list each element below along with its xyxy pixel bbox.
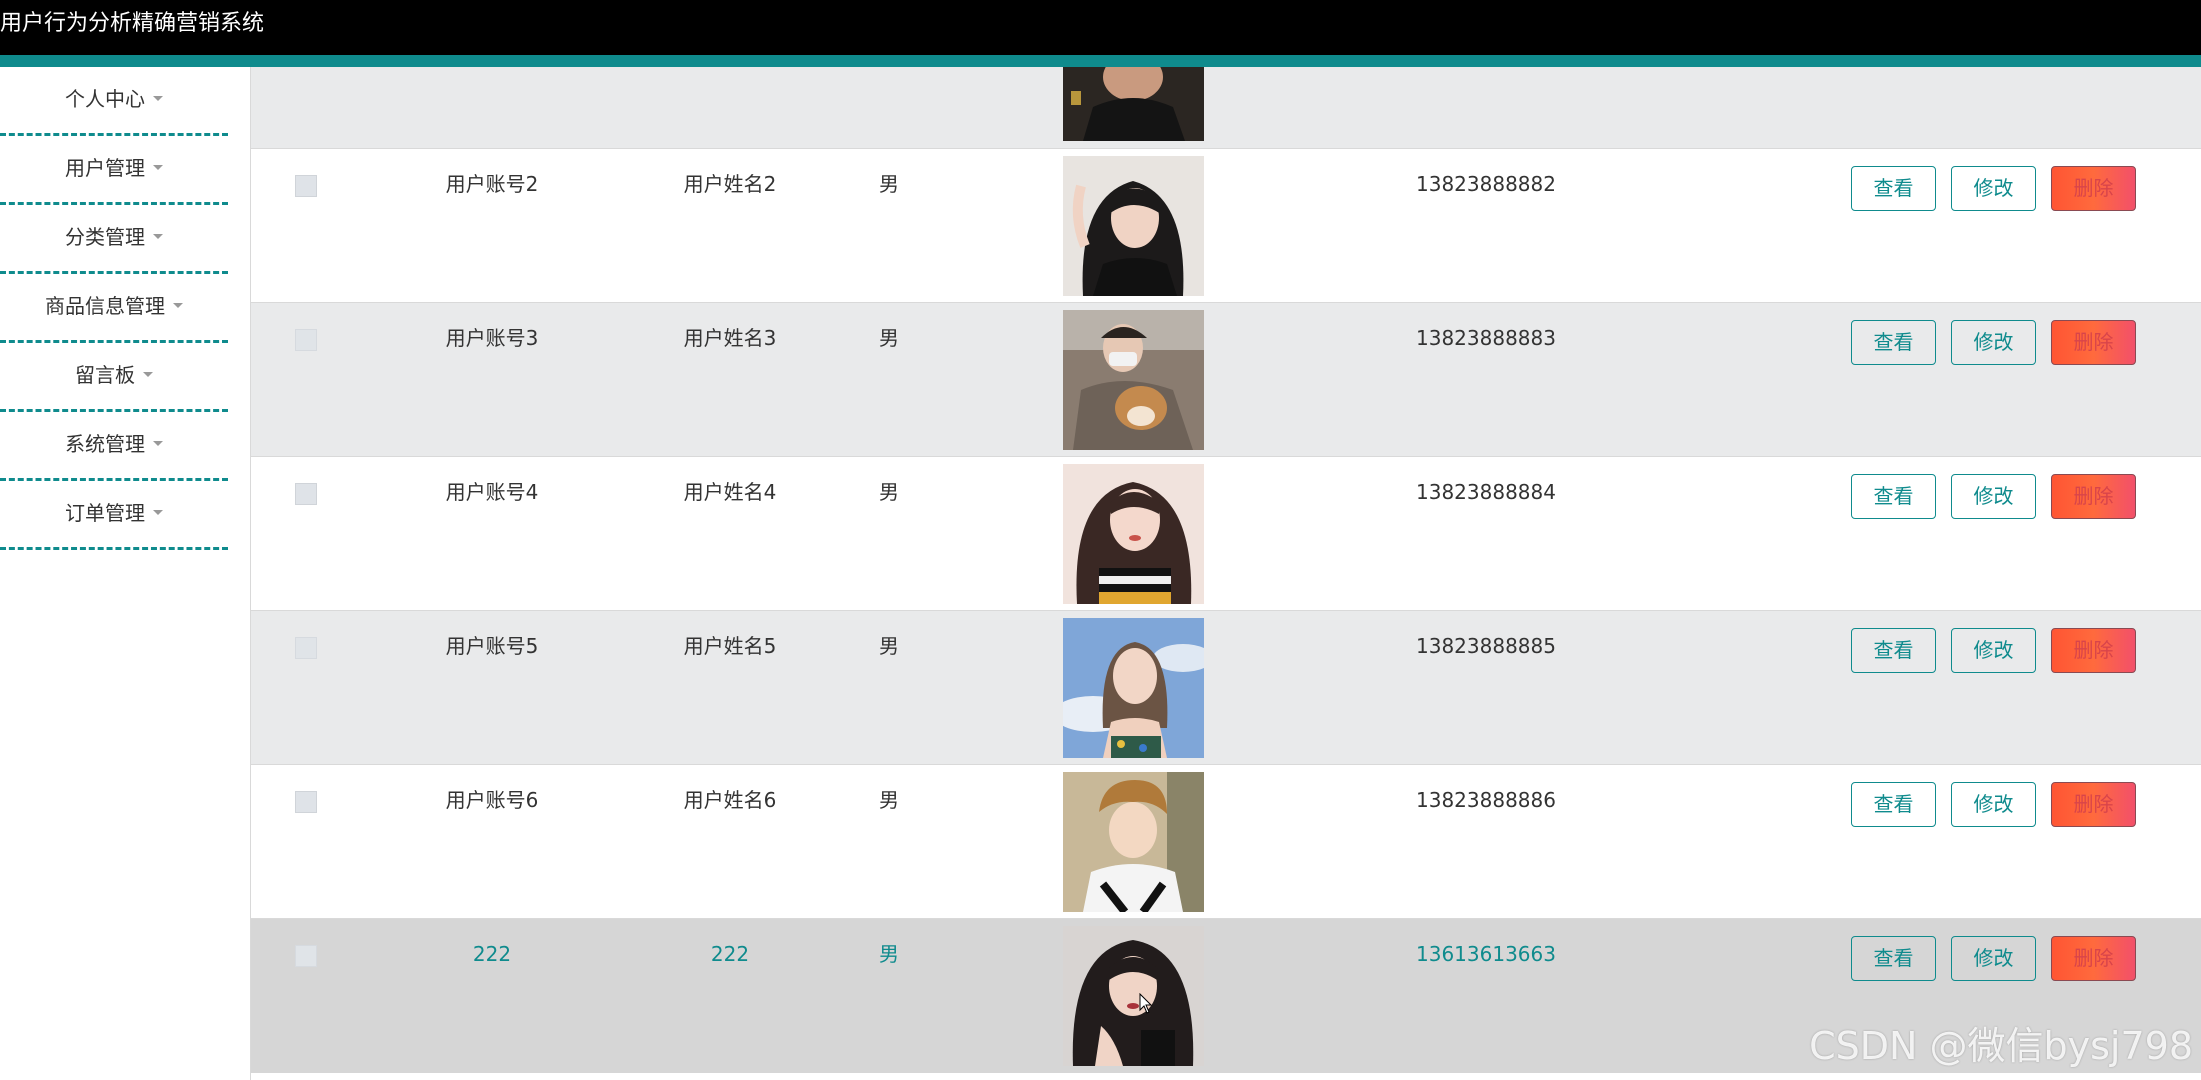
sidebar-item-label: 留言板 <box>75 363 135 387</box>
sidebar-nav: 个人中心 用户管理 分类管理 商品信息管理 留言板 系统管理 订单管理 <box>0 67 251 1080</box>
sidebar-item-label: 订单管理 <box>65 501 145 525</box>
cell-sex: 男 <box>879 942 899 966</box>
sidebar-item-label: 用户管理 <box>65 156 145 180</box>
user-avatar-image <box>1063 772 1204 912</box>
sidebar-item-message-board[interactable]: 留言板 <box>0 343 228 412</box>
watermark-text: CSDN @微信bysj798 <box>1809 1024 2193 1068</box>
delete-button[interactable]: 删除 <box>2051 474 2136 519</box>
cell-phone: 13613613663 <box>1416 942 1556 966</box>
app-title: 用户行为分析精确营销系统 <box>0 11 265 36</box>
sidebar-item-system-management[interactable]: 系统管理 <box>0 412 228 481</box>
table-row: 用户账号2 用户姓名2 男 13823888882 查看 修改 删除 <box>251 148 2201 303</box>
view-button[interactable]: 查看 <box>1851 628 1936 673</box>
edit-button[interactable]: 修改 <box>1951 628 2036 673</box>
sidebar-item-product-management[interactable]: 商品信息管理 <box>0 274 228 343</box>
user-avatar-image <box>1063 156 1204 296</box>
cell-account: 用户账号2 <box>445 172 539 196</box>
table-row: 用户账号6 用户姓名6 男 13823888886 查看 修改 删除 <box>251 764 2201 919</box>
user-avatar-image <box>1063 926 1204 1066</box>
table-row <box>251 67 2201 148</box>
edit-button[interactable]: 修改 <box>1951 320 2036 365</box>
view-button[interactable]: 查看 <box>1851 320 1936 365</box>
cell-sex: 男 <box>879 326 899 350</box>
row-checkbox[interactable] <box>295 637 317 659</box>
chevron-down-icon <box>153 234 163 239</box>
sidebar-item-personal-center[interactable]: 个人中心 <box>0 67 228 136</box>
edit-button[interactable]: 修改 <box>1951 782 2036 827</box>
sidebar-item-label: 个人中心 <box>65 87 145 111</box>
user-table: 用户账号2 用户姓名2 男 13823888882 查看 修改 删除 用户账号3… <box>251 67 2201 1080</box>
cell-name: 用户姓名6 <box>683 788 777 812</box>
user-avatar-image <box>1063 310 1204 450</box>
view-button[interactable]: 查看 <box>1851 782 1936 827</box>
table-row: 用户账号4 用户姓名4 男 13823888884 查看 修改 删除 <box>251 456 2201 611</box>
row-checkbox[interactable] <box>295 329 317 351</box>
user-avatar-image <box>1063 618 1204 758</box>
cell-sex: 男 <box>879 634 899 658</box>
view-button[interactable]: 查看 <box>1851 474 1936 519</box>
sidebar-item-order-management[interactable]: 订单管理 <box>0 481 228 550</box>
edit-button[interactable]: 修改 <box>1951 936 2036 981</box>
cell-phone: 13823888886 <box>1416 788 1556 812</box>
row-checkbox[interactable] <box>295 483 317 505</box>
edit-button[interactable]: 修改 <box>1951 474 2036 519</box>
row-checkbox[interactable] <box>295 791 317 813</box>
table-row: 用户账号3 用户姓名3 男 13823888883 查看 修改 删除 <box>251 302 2201 457</box>
cell-sex: 男 <box>879 788 899 812</box>
cell-account: 用户账号3 <box>445 326 539 350</box>
sidebar-item-label: 分类管理 <box>65 225 145 249</box>
view-button[interactable]: 查看 <box>1851 166 1936 211</box>
cell-name: 用户姓名5 <box>683 634 777 658</box>
table-row: 用户账号5 用户姓名5 男 13823888885 查看 修改 删除 <box>251 610 2201 765</box>
chevron-down-icon <box>143 372 153 377</box>
edit-button[interactable]: 修改 <box>1951 166 2036 211</box>
cell-sex: 男 <box>879 172 899 196</box>
cell-phone: 13823888884 <box>1416 480 1556 504</box>
chevron-down-icon <box>153 96 163 101</box>
cell-phone: 13823888883 <box>1416 326 1556 350</box>
view-button[interactable]: 查看 <box>1851 936 1936 981</box>
chevron-down-icon <box>173 303 183 308</box>
chevron-down-icon <box>153 510 163 515</box>
chevron-down-icon <box>153 441 163 446</box>
sidebar-item-label: 商品信息管理 <box>45 294 165 318</box>
cell-account: 用户账号6 <box>445 788 539 812</box>
cell-account: 222 <box>472 942 512 966</box>
cell-sex: 男 <box>879 480 899 504</box>
cell-name: 222 <box>710 942 750 966</box>
user-avatar-image <box>1063 464 1204 604</box>
delete-button[interactable]: 删除 <box>2051 320 2136 365</box>
delete-button[interactable]: 删除 <box>2051 936 2136 981</box>
user-avatar-image <box>1063 67 1204 141</box>
chevron-down-icon <box>153 165 163 170</box>
delete-button[interactable]: 删除 <box>2051 628 2136 673</box>
cell-phone: 13823888882 <box>1416 172 1556 196</box>
header-accent-strip <box>0 55 2201 67</box>
cell-phone: 13823888885 <box>1416 634 1556 658</box>
top-header: 用户行为分析精确营销系统 <box>0 0 2201 55</box>
cell-account: 用户账号4 <box>445 480 539 504</box>
row-checkbox[interactable] <box>295 945 317 967</box>
delete-button[interactable]: 删除 <box>2051 166 2136 211</box>
cell-name: 用户姓名4 <box>683 480 777 504</box>
row-checkbox[interactable] <box>295 175 317 197</box>
cell-name: 用户姓名3 <box>683 326 777 350</box>
cell-account: 用户账号5 <box>445 634 539 658</box>
delete-button[interactable]: 删除 <box>2051 782 2136 827</box>
sidebar-item-category-management[interactable]: 分类管理 <box>0 205 228 274</box>
sidebar-item-user-management[interactable]: 用户管理 <box>0 136 228 205</box>
sidebar-item-label: 系统管理 <box>65 432 145 456</box>
cell-name: 用户姓名2 <box>683 172 777 196</box>
